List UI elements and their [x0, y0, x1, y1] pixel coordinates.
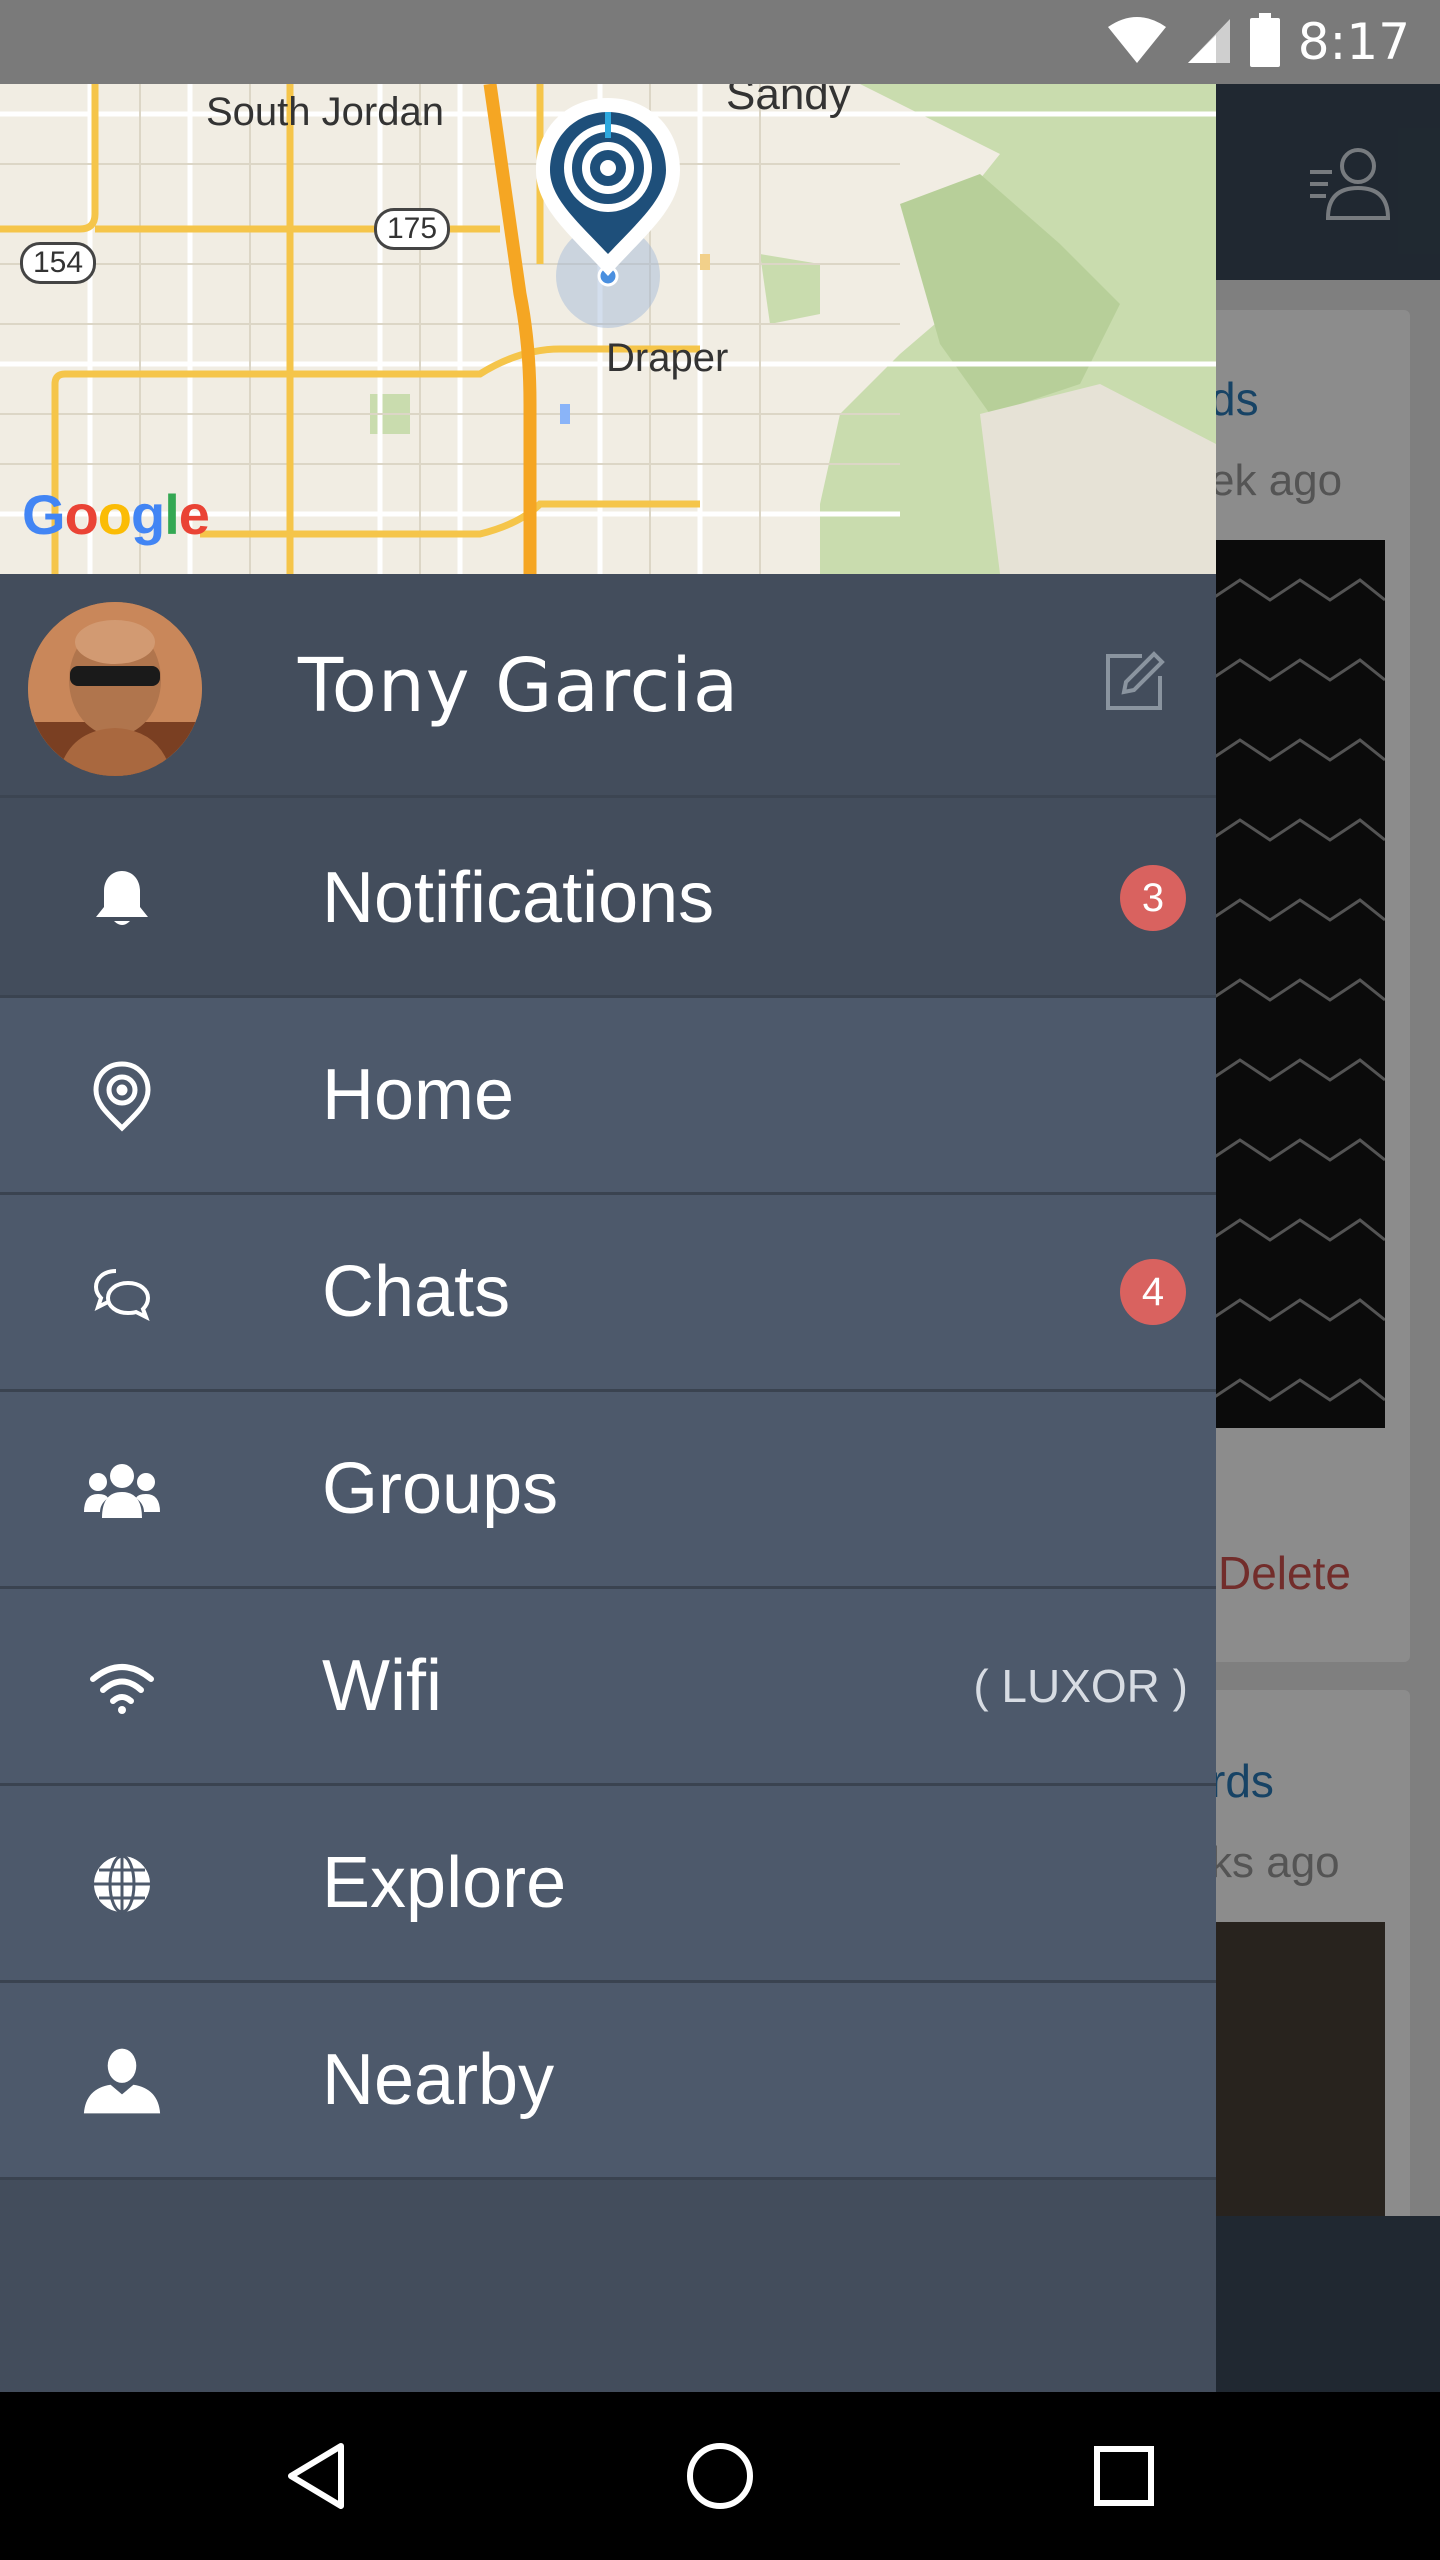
menu-item-label: Chats	[322, 1252, 511, 1332]
avatar[interactable]	[28, 602, 202, 776]
home-circle-icon[interactable]	[680, 2436, 760, 2516]
chat-bubbles-icon	[82, 1257, 162, 1329]
wifi-signal-icon	[1106, 15, 1168, 69]
wifi-icon	[82, 1651, 162, 1723]
map-label: South Jordan	[206, 90, 444, 134]
back-icon[interactable]	[276, 2436, 356, 2516]
menu-item-label: Notifications	[322, 858, 715, 938]
globe-icon	[82, 1848, 162, 1920]
recents-square-icon[interactable]	[1084, 2436, 1164, 2516]
group-icon	[82, 1454, 162, 1526]
menu-item-wifi[interactable]: Wifi ( LUXOR )	[0, 1589, 1216, 1786]
menu-item-notifications[interactable]: Notifications 3	[0, 801, 1216, 998]
google-logo: Google	[22, 483, 210, 546]
location-pin-icon	[82, 1060, 162, 1132]
wifi-network-name: ( LUXOR )	[973, 1660, 1188, 1712]
map-label: Draper	[606, 336, 729, 380]
profile-name: Tony Garcia	[298, 643, 740, 729]
menu-item-label: Nearby	[322, 2040, 555, 2120]
notification-count-badge: 3	[1120, 865, 1186, 931]
cell-signal-icon	[1186, 15, 1232, 69]
system-navigation-bar	[0, 2392, 1440, 2560]
menu-item-label: Groups	[322, 1449, 559, 1529]
menu-item-nearby[interactable]: Nearby	[0, 1983, 1216, 2180]
chat-count-badge: 4	[1120, 1259, 1186, 1325]
navigation-drawer: South Jordan Sandy Draper 154 175 Google…	[0, 84, 1216, 2392]
menu-item-label: Wifi	[322, 1646, 442, 1726]
profile-row[interactable]: Tony Garcia	[0, 574, 1216, 798]
menu-item-label: Home	[322, 1055, 515, 1135]
menu-item-chats[interactable]: Chats 4	[0, 1195, 1216, 1392]
status-bar: 8:17	[0, 0, 1440, 84]
bell-icon	[82, 863, 162, 935]
route-shield: 175	[374, 208, 451, 250]
menu-item-groups[interactable]: Groups	[0, 1392, 1216, 1589]
person-icon	[82, 2045, 162, 2117]
drawer-menu: Notifications 3 Home Chats 4 Groups Wifi…	[0, 801, 1216, 2180]
route-shield: 154	[20, 242, 97, 284]
location-map[interactable]: South Jordan Sandy Draper 154 175 Google	[0, 84, 1216, 574]
battery-icon	[1249, 13, 1280, 71]
edit-icon[interactable]	[1102, 650, 1166, 714]
map-label: Sandy	[726, 84, 851, 119]
menu-item-explore[interactable]: Explore	[0, 1786, 1216, 1983]
status-time: 8:17	[1297, 13, 1410, 71]
menu-item-label: Explore	[322, 1843, 567, 1923]
menu-item-home[interactable]: Home	[0, 998, 1216, 1195]
